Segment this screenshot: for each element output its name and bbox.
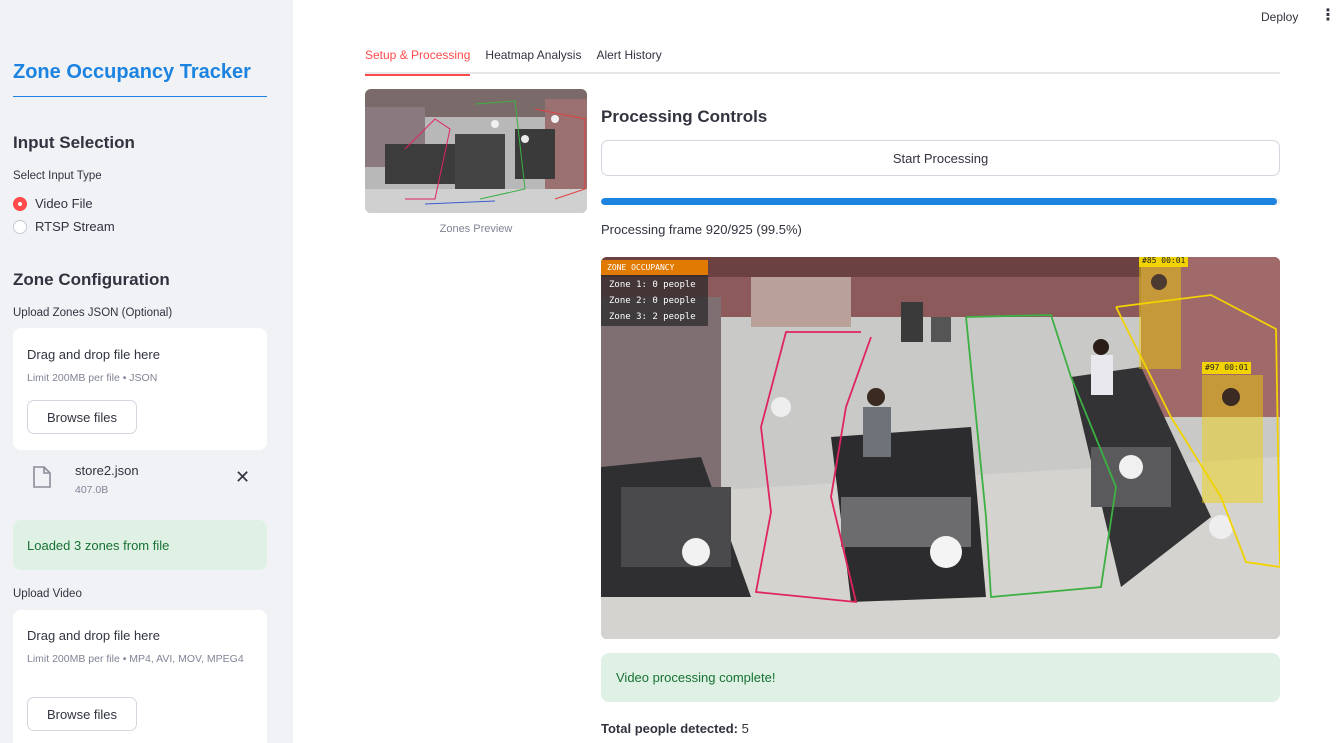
browse-video-button[interactable]: Browse files [27,697,137,731]
video-file-dropzone[interactable]: Drag and drop file here Limit 200MB per … [13,610,267,743]
tab-bar: Setup & Processing Heatmap Analysis Aler… [365,46,1280,76]
radio-label: Video File [35,196,93,211]
radio-label: RTSP Stream [35,219,115,234]
overlay-title: ZONE OCCUPANCY [601,260,708,275]
kebab-menu-icon[interactable]: ⋮ [1320,8,1336,24]
tab-setup-processing[interactable]: Setup & Processing [365,46,471,76]
deploy-button[interactable]: Deploy [1261,10,1298,24]
input-selection-heading: Input Selection [13,133,135,152]
file-size: 407.0B [75,484,109,496]
uploaded-file-row: store2.json 407.0B ✕ [33,460,263,500]
radio-selected-icon [13,196,27,211]
track-label: #97 00:01 [1202,362,1252,374]
close-icon[interactable]: ✕ [235,468,250,486]
total-label: Total people detected: [601,721,738,736]
upload-video-label: Upload Video [13,588,82,600]
zones-preview-image [365,89,587,213]
dropzone-title: Drag and drop file here [27,628,160,643]
input-type-label: Select Input Type [13,170,102,182]
tab-alert-history[interactable]: Alert History [596,46,661,74]
overlay-zone-line: Zone 2: 0 people [609,296,696,306]
title-divider [13,96,267,97]
start-processing-button[interactable]: Start Processing [601,140,1280,176]
progress-bar [601,198,1280,205]
radio-rtsp-stream[interactable]: RTSP Stream [13,219,115,234]
processing-controls-heading: Processing Controls [601,107,768,126]
file-icon [33,466,51,488]
progress-text: Processing frame 920/925 (99.5%) [601,222,802,237]
progress-bar-fill [601,198,1277,205]
file-name: store2.json [75,463,139,478]
processed-video-frame: ZONE OCCUPANCY Zone 1: 0 people Zone 2: … [601,257,1280,639]
overlay-zone-line: Zone 1: 0 people [609,280,696,290]
dropzone-title: Drag and drop file here [27,347,160,362]
processing-complete-alert: Video processing complete! [601,653,1280,702]
zone-configuration-heading: Zone Configuration [13,270,170,289]
dropzone-limit: Limit 200MB per file • JSON [27,372,158,384]
upload-zones-label: Upload Zones JSON (Optional) [13,307,173,319]
app-title: Zone Occupancy Tracker [13,61,251,83]
track-label: #85 00:01 [1139,257,1189,267]
alert-text: Loaded 3 zones from file [27,537,170,553]
alert-text: Video processing complete! [616,670,776,685]
radio-video-file[interactable]: Video File [13,196,93,211]
sidebar: Zone Occupancy Tracker Input Selection S… [0,0,293,743]
radio-unselected-icon [13,219,27,234]
preview-caption: Zones Preview [439,223,513,235]
dropzone-limit: Limit 200MB per file • MP4, AVI, MOV, MP… [27,653,244,665]
total-people-detected: Total people detected: 5 [601,721,749,736]
browse-zones-button[interactable]: Browse files [27,400,137,434]
tab-heatmap-analysis[interactable]: Heatmap Analysis [485,46,581,74]
total-value: 5 [741,721,749,736]
overlay-zone-line: Zone 3: 2 people [609,312,696,322]
zones-loaded-alert: Loaded 3 zones from file [13,520,267,570]
zones-file-dropzone[interactable]: Drag and drop file here Limit 200MB per … [13,328,267,450]
